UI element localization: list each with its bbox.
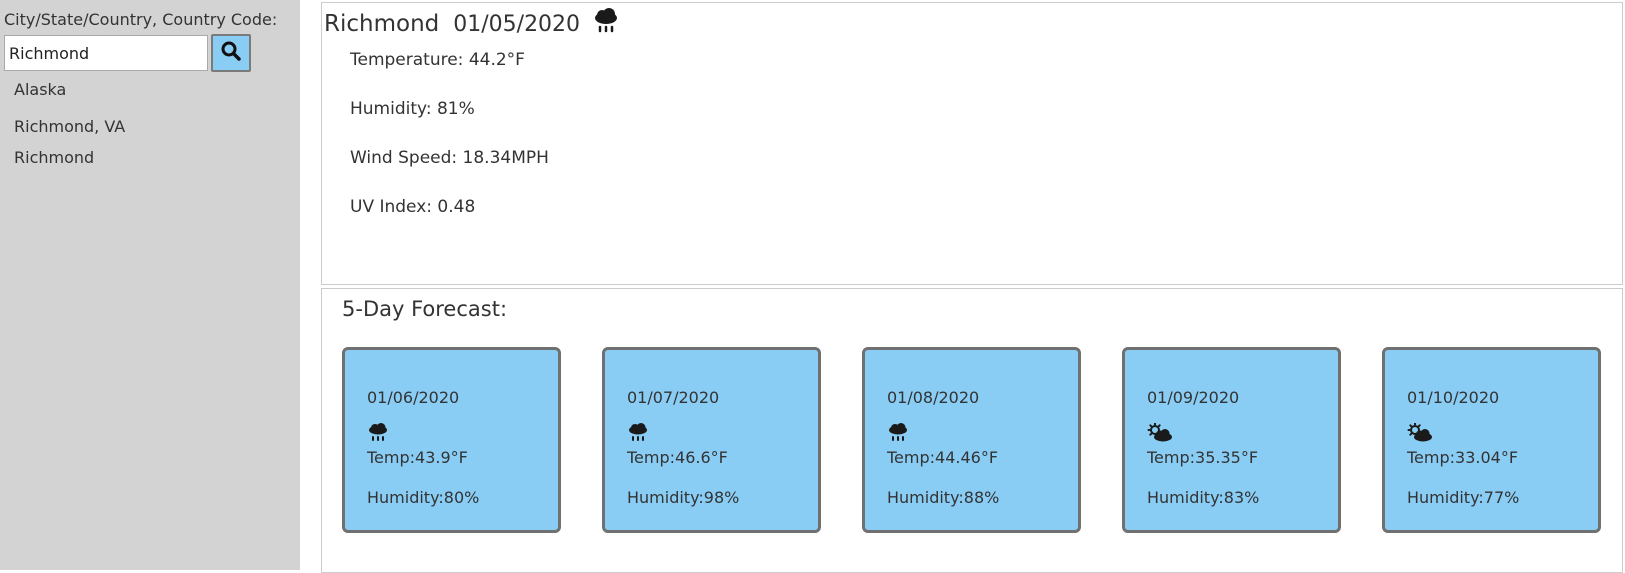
search-input[interactable] [4,35,208,71]
forecast-humidity: Humidity:83% [1147,488,1260,507]
current-stats: Temperature: 44.2°F Humidity: 81% Wind S… [322,45,1622,241]
current-header: Richmond 01/05/2020 [322,3,1622,41]
current-weather-panel: Richmond 01/05/2020 Temperature: 44.2°F … [321,2,1623,285]
forecast-cards: 01/06/2020 Temp:43.9°F Humidity:80% 01/0… [342,347,1622,533]
forecast-humidity: Humidity:98% [627,488,740,507]
forecast-card: 01/09/2020 Temp:35.35°F Humidity:83% [1122,347,1341,533]
main-content: Richmond 01/05/2020 Temperature: 44.2°F … [300,0,1625,573]
forecast-date: 01/06/2020 [367,388,460,407]
search-button[interactable] [211,34,251,72]
current-date: 01/05/2020 [453,11,581,37]
search-label: City/State/Country, Country Code: [4,10,278,29]
search-row [4,34,296,72]
search-history: Alaska Richmond, VA Richmond [4,74,296,173]
rain-cloud-icon [367,418,558,448]
forecast-humidity: Humidity:80% [367,488,480,507]
forecast-date: 01/09/2020 [1147,388,1240,407]
forecast-title: 5-Day Forecast: [342,297,508,321]
forecast-panel: 5-Day Forecast: 01/06/2020 Temp:43.9°F H… [321,288,1623,573]
forecast-date: 01/07/2020 [627,388,720,407]
forecast-card: 01/07/2020 Temp:46.6°F Humidity:98% [602,347,821,533]
partly-cloudy-icon [1147,418,1338,448]
forecast-temp: Temp:43.9°F [367,448,468,467]
rain-cloud-icon [592,8,620,40]
forecast-humidity: Humidity:77% [1407,488,1520,507]
humidity: Humidity: 81% [350,99,475,119]
temperature: Temperature: 44.2°F [350,50,525,70]
partly-cloudy-icon [1407,418,1598,448]
forecast-temp: Temp:44.46°F [887,448,999,467]
history-item-alaska[interactable]: Alaska [4,74,296,105]
city-name: Richmond [324,11,440,37]
forecast-date: 01/08/2020 [887,388,980,407]
sidebar: City/State/Country, Country Code: Alaska… [0,0,300,570]
forecast-card: 01/08/2020 Temp:44.46°F Humidity:88% [862,347,1081,533]
rain-cloud-icon [627,418,818,448]
forecast-temp: Temp:46.6°F [627,448,728,467]
wind-speed: Wind Speed: 18.34MPH [350,148,549,168]
forecast-date: 01/10/2020 [1407,388,1500,407]
history-item-richmond-va[interactable]: Richmond, VA [4,111,296,142]
uv-index: UV Index: 0.48 [350,197,476,217]
weather-dashboard: City/State/Country, Country Code: Alaska… [0,0,1625,573]
forecast-temp: Temp:35.35°F [1147,448,1259,467]
forecast-card: 01/10/2020 Temp:33.04°F Humidity:77% [1382,347,1601,533]
forecast-humidity: Humidity:88% [887,488,1000,507]
forecast-temp: Temp:33.04°F [1407,448,1519,467]
rain-cloud-icon [887,418,1078,448]
forecast-card: 01/06/2020 Temp:43.9°F Humidity:80% [342,347,561,533]
history-item-richmond[interactable]: Richmond [4,142,296,173]
search-icon [221,41,241,65]
